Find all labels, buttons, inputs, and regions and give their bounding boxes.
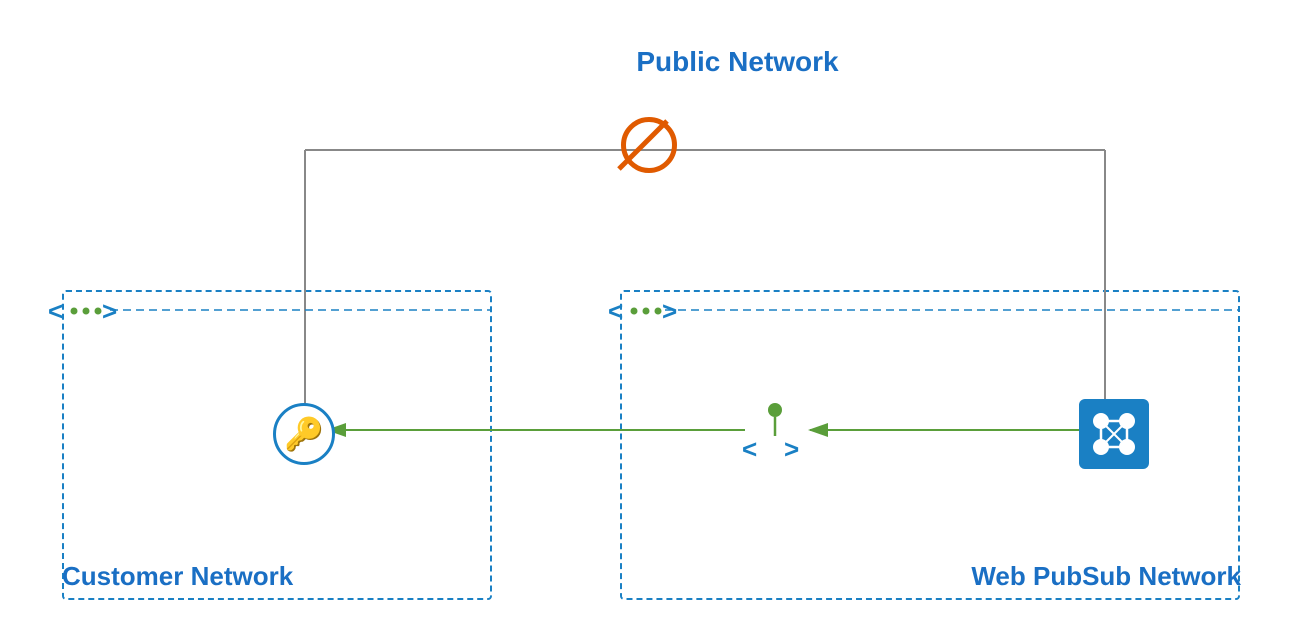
web-pubsub-network-label: Web PubSub Network	[971, 561, 1241, 592]
public-network-label: Public Network	[619, 46, 856, 78]
pubsub-svg	[1088, 408, 1140, 460]
diagram-container: Public Network Customer Network Web PubS…	[0, 0, 1291, 641]
private-link-icon: < >	[740, 400, 810, 468]
svg-text:<: <	[742, 434, 757, 464]
ban-icon	[621, 117, 677, 173]
key-icon-wrapper: 🔑	[270, 400, 338, 468]
ban-icon-wrapper	[616, 112, 682, 178]
svg-text:>: >	[102, 296, 117, 326]
middle-chevron-connector: < >	[608, 290, 688, 332]
customer-network-label: Customer Network	[62, 561, 293, 592]
svg-text:>: >	[662, 296, 677, 326]
svg-text:<: <	[608, 296, 623, 326]
chevron-middle-icon: < >	[608, 290, 688, 332]
svg-text:<: <	[48, 296, 63, 326]
private-endpoint-icon: < >	[740, 400, 810, 468]
web-pubsub-icon	[1079, 399, 1149, 469]
web-pubsub-icon-wrapper	[1078, 398, 1150, 470]
svg-text:>: >	[784, 434, 799, 464]
chevron-left-icon: < >	[48, 290, 123, 332]
key-icon: 🔑	[273, 403, 335, 465]
left-chevron-connector: < >	[48, 290, 123, 332]
